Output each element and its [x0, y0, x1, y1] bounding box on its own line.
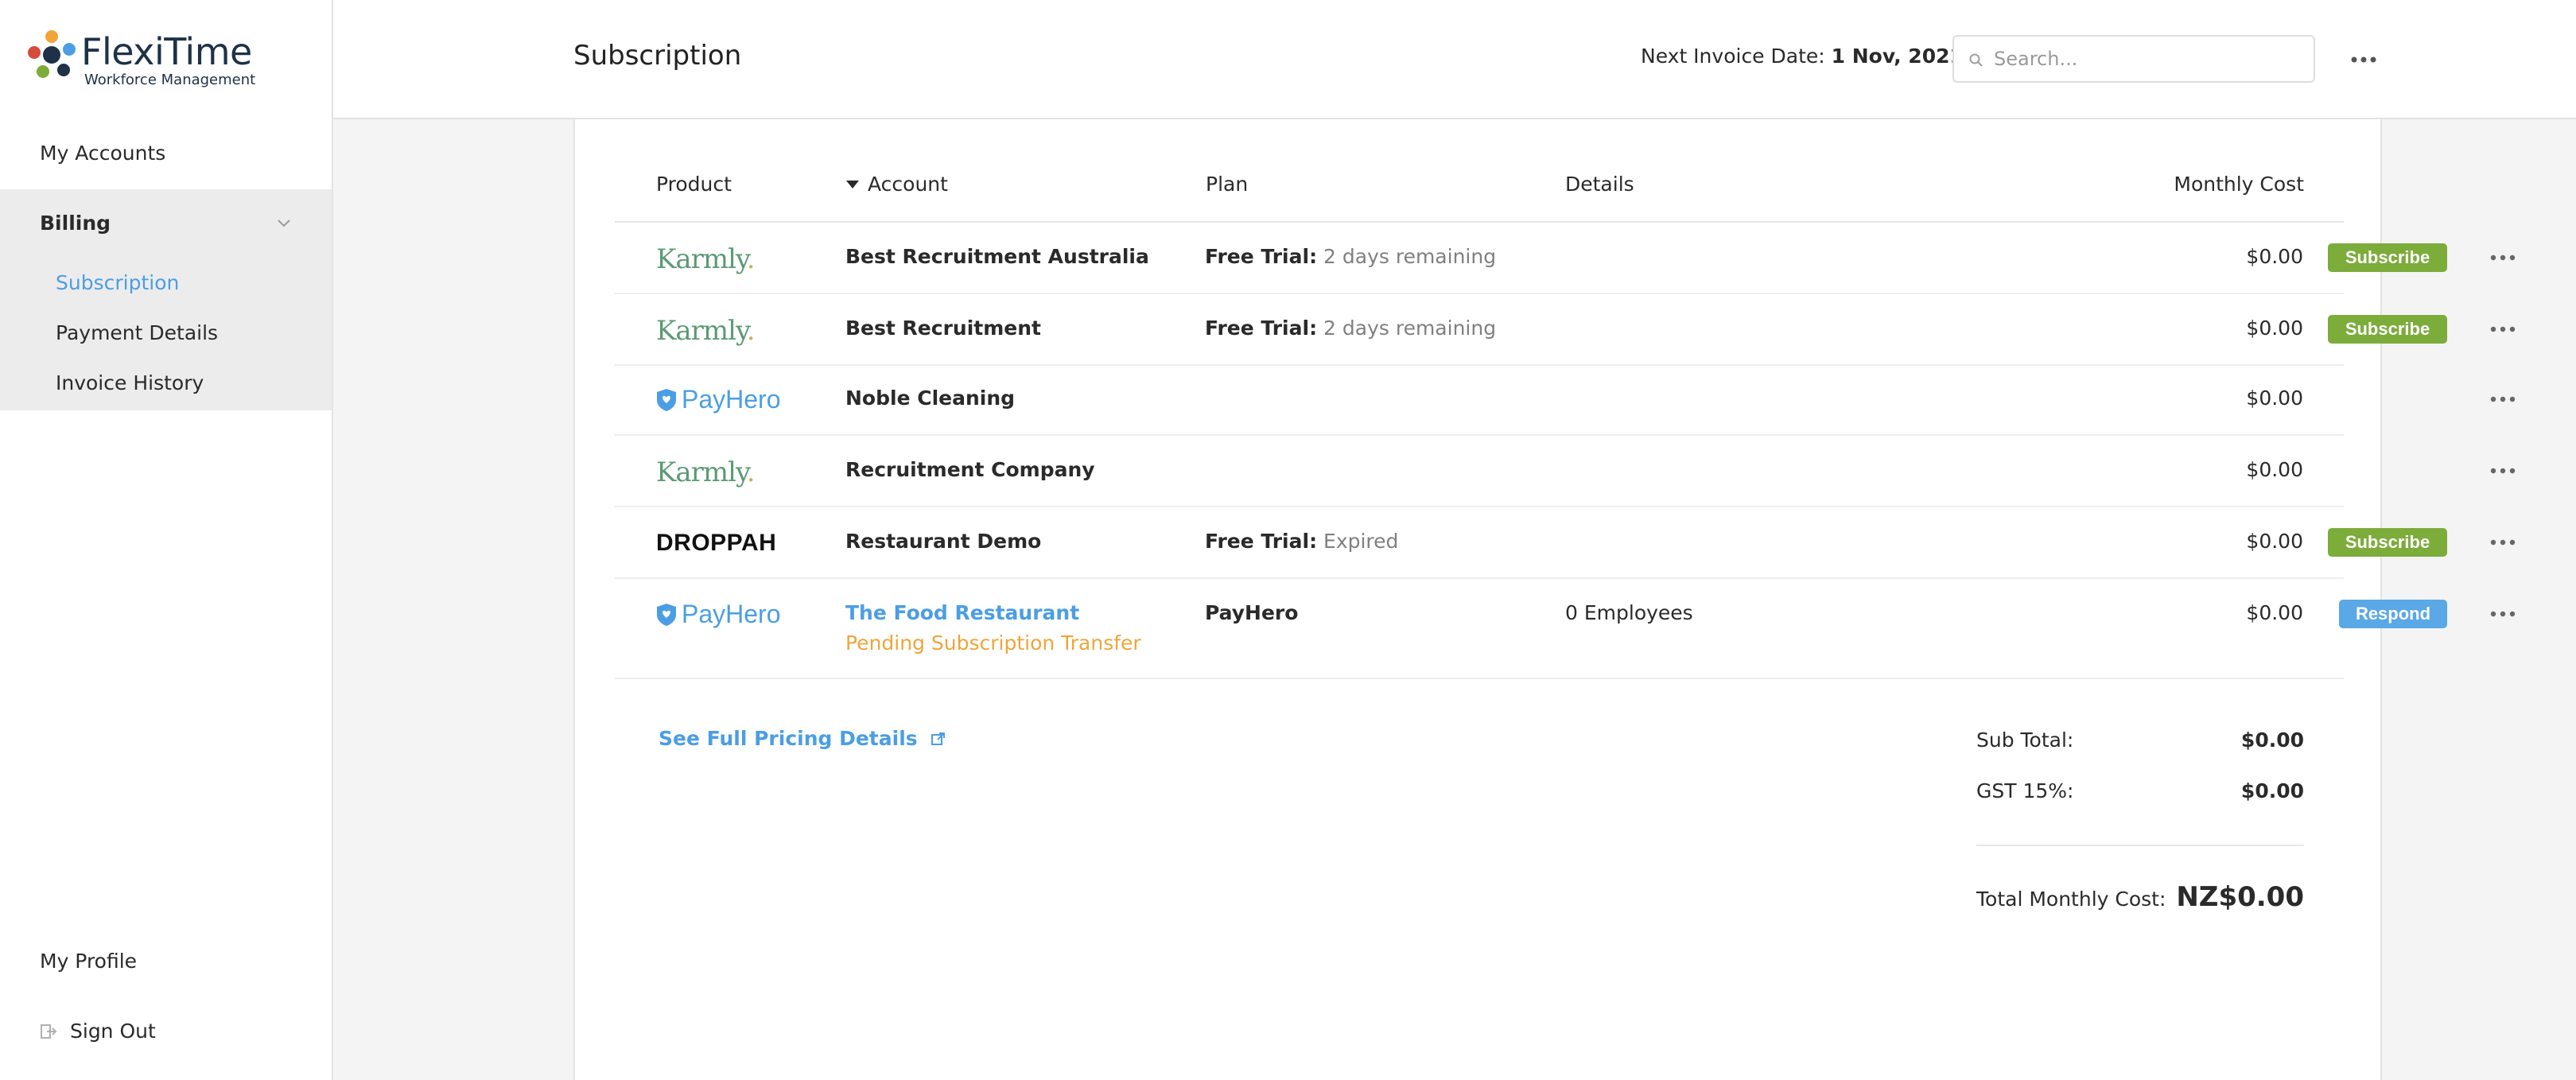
- plan: Free Trial: Expired: [1205, 530, 1398, 553]
- search-input[interactable]: [1994, 45, 2304, 73]
- full-pricing-link[interactable]: See Full Pricing Details: [659, 727, 946, 750]
- plan: Free Trial: 2 days remaining: [1205, 317, 1496, 340]
- respond-button[interactable]: Respond: [2339, 600, 2447, 628]
- flexitime-logo-icon: [28, 30, 76, 78]
- table-row: PayHero Noble Cleaning $0.00: [615, 366, 2516, 436]
- pending-transfer-note: Pending Subscription Transfer: [845, 631, 1141, 655]
- total-monthly-cost-value: NZ$0.00: [2176, 881, 2304, 913]
- karmly-logo: Karmly.: [656, 315, 756, 347]
- logo-title: FlexiTime: [81, 30, 252, 73]
- subtotal-value: $0.00: [2240, 728, 2304, 752]
- account-name[interactable]: Recruitment Company: [845, 458, 1095, 481]
- row-more-icon[interactable]: [2487, 391, 2519, 407]
- billing-group: Billing Subscription Payment Details Inv…: [0, 189, 332, 410]
- plan-detail: 2 days remaining: [1323, 245, 1497, 268]
- product-name: PayHero: [682, 600, 781, 628]
- plan-label: PayHero: [1205, 601, 1299, 624]
- row-more-icon[interactable]: [2487, 463, 2519, 479]
- account-name-link[interactable]: The Food Restaurant: [845, 601, 1079, 624]
- product-name: PayHero: [682, 385, 781, 414]
- monthly-cost: $0.00: [2246, 317, 2303, 340]
- monthly-cost: $0.00: [2246, 458, 2303, 481]
- external-link-icon: [931, 732, 945, 745]
- page-header: Subscription Next Invoice Date: 1 Nov, 2…: [333, 0, 2576, 119]
- payhero-shield-icon: [657, 388, 676, 411]
- column-header-account[interactable]: Account: [845, 172, 948, 197]
- product-name: Karmly: [656, 243, 748, 275]
- row-more-icon[interactable]: [2487, 321, 2519, 337]
- plan-label: Free Trial:: [1205, 530, 1318, 553]
- next-invoice-date: Next Invoice Date: 1 Nov, 2021: [1641, 45, 1964, 68]
- plan-detail: 2 days remaining: [1323, 317, 1497, 340]
- invoice-date-label: Next Invoice Date:: [1641, 45, 1825, 68]
- product-name: Karmly: [656, 456, 748, 488]
- account-name[interactable]: Restaurant Demo: [845, 530, 1041, 553]
- payhero-logo: PayHero: [656, 600, 781, 629]
- billing-label: Billing: [40, 212, 111, 235]
- product-name: Karmly: [656, 315, 748, 347]
- totals-divider: [1976, 845, 2304, 846]
- chevron-down-icon: [278, 219, 290, 227]
- plan: Free Trial: 2 days remaining: [1205, 245, 1496, 268]
- sign-out-label: Sign Out: [70, 1020, 156, 1043]
- plan-label: Free Trial:: [1205, 245, 1318, 268]
- monthly-cost: $0.00: [2246, 530, 2303, 553]
- flexitime-logo[interactable]: FlexiTime Workforce Management: [25, 29, 264, 92]
- row-more-icon[interactable]: [2487, 250, 2519, 266]
- monthly-cost: $0.00: [2246, 245, 2303, 268]
- monthly-cost: $0.00: [2246, 387, 2303, 410]
- sidebar-item-billing[interactable]: Billing: [0, 189, 332, 258]
- sort-desc-icon: [846, 181, 859, 188]
- account-name[interactable]: Noble Cleaning: [845, 387, 1015, 410]
- sidebar-item-my-accounts[interactable]: My Accounts: [0, 127, 332, 180]
- sign-out-icon: [41, 1024, 57, 1039]
- table-row: PayHero The Food Restaurant Pending Subs…: [615, 579, 2516, 679]
- search-box[interactable]: [1952, 35, 2315, 83]
- row-more-icon[interactable]: [2487, 534, 2519, 550]
- gst-label: GST 15%:: [1976, 779, 2074, 802]
- subscription-panel: Product Account Plan Details Monthly Cos…: [573, 119, 2516, 1080]
- sidebar-item-invoice-history[interactable]: Invoice History: [0, 358, 332, 408]
- invoice-date-value: 1 Nov, 2021: [1831, 45, 1964, 68]
- karmly-logo: Karmly.: [656, 243, 756, 275]
- more-options-icon[interactable]: [2344, 48, 2384, 72]
- payhero-shield-icon: [657, 603, 676, 626]
- page-title: Subscription: [573, 40, 742, 72]
- details: 0 Employees: [1565, 601, 1693, 624]
- account-name[interactable]: Best Recruitment Australia: [845, 245, 1149, 268]
- monthly-cost: $0.00: [2246, 601, 2303, 624]
- search-icon: [1969, 53, 1983, 67]
- subscribe-button[interactable]: Subscribe: [2328, 315, 2447, 344]
- plan: PayHero: [1205, 601, 1298, 624]
- subscribe-button[interactable]: Subscribe: [2328, 528, 2447, 557]
- column-header-plan[interactable]: Plan: [1206, 172, 1248, 197]
- subtotal-label: Sub Total:: [1976, 728, 2074, 752]
- table-row: Karmly. Best Recruitment Free Trial: 2 d…: [615, 294, 2516, 366]
- subscribe-button[interactable]: Subscribe: [2328, 243, 2447, 272]
- karmly-logo: Karmly.: [656, 456, 756, 488]
- table-row: DROPPAH Restaurant Demo Free Trial: Expi…: [615, 507, 2516, 579]
- pricing-link-label: See Full Pricing Details: [659, 727, 918, 750]
- column-header-details[interactable]: Details: [1565, 172, 1634, 197]
- gst-value: $0.00: [2240, 779, 2304, 802]
- sidebar-item-my-profile[interactable]: My Profile: [0, 935, 332, 988]
- droppah-logo: DROPPAH: [656, 530, 777, 556]
- payhero-logo: PayHero: [656, 385, 781, 414]
- table-row: Karmly. Best Recruitment Australia Free …: [615, 223, 2516, 294]
- account-name[interactable]: Best Recruitment: [845, 317, 1041, 340]
- table-row: Karmly. Recruitment Company $0.00: [615, 436, 2516, 507]
- column-header-account-label: Account: [868, 173, 948, 196]
- plan-label: Free Trial:: [1205, 317, 1318, 340]
- column-header-product[interactable]: Product: [656, 172, 732, 197]
- column-header-monthly-cost[interactable]: Monthly Cost: [2065, 172, 2304, 197]
- logo-subtitle: Workforce Management: [84, 72, 256, 88]
- sidebar-item-payment-details[interactable]: Payment Details: [0, 308, 332, 358]
- sign-out-button[interactable]: Sign Out: [0, 1005, 332, 1058]
- row-more-icon[interactable]: [2487, 606, 2519, 622]
- plan-detail: Expired: [1323, 530, 1399, 553]
- sidebar-item-subscription[interactable]: Subscription: [0, 258, 332, 308]
- sidebar: FlexiTime Workforce Management My Accoun…: [0, 0, 333, 1080]
